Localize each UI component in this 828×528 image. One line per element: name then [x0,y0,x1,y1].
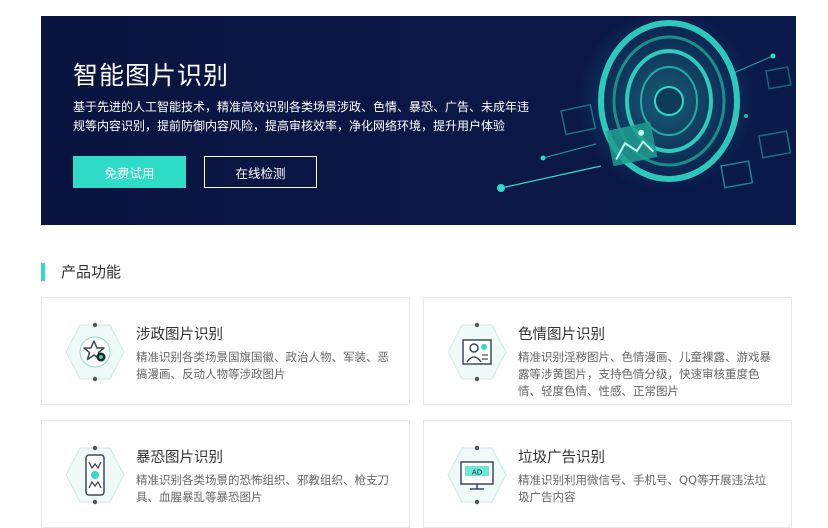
ad-label: AD [472,469,482,477]
free-trial-button[interactable]: 免费试用 [73,156,186,188]
card-description: 精准识别各类场景的恐怖组织、邪教组织、枪支刀具、血腥暴乱等暴恐图片 [136,473,389,504]
feature-card-spam-ad[interactable]: AD 垃圾广告识别 精准识别利用微信号、手机号、QQ等开展违法垃圾广告内容 [423,420,792,528]
feature-card-political[interactable]: 涉政图片识别 精准识别各类场景国旗国徽、政治人物、军装、恶搞漫画、反动人物等涉政… [41,297,410,405]
card-description: 精准识别淫秽图片、色情漫画、儿童裸露、游戏暴露等涉黄图片，支持色情分级，快速审核… [518,350,771,398]
card-title: 垃圾广告识别 [518,450,605,466]
hero-illustration [497,16,792,192]
hero-title: 智能图片识别 [73,61,230,90]
weapon-icon [65,445,125,505]
card-description: 精准识别利用微信号、手机号、QQ等开展违法垃圾广告内容 [518,473,767,504]
hero-banner: 智能图片识别 基于先进的人工智能技术，精准高效识别各类场景涉政、色情、暴恐、广告… [41,16,796,225]
feature-card-terror[interactable]: 暴恐图片识别 精准识别各类场景的恐怖组织、邪教组织、枪支刀具、血腥暴乱等暴恐图片 [41,420,410,528]
star-icon [65,322,125,382]
card-title: 涉政图片识别 [136,327,223,343]
card-description: 精准识别各类场景国旗国徽、政治人物、军装、恶搞漫画、反动人物等涉政图片 [136,350,389,381]
ad-monitor-icon: AD [447,445,507,505]
feature-card-porn[interactable]: 色情图片识别 精准识别淫秽图片、色情漫画、儿童裸露、游戏暴露等涉黄图片，支持色情… [423,297,792,405]
card-title: 色情图片识别 [518,327,605,343]
online-detect-button[interactable]: 在线检测 [204,156,317,188]
hero-description: 基于先进的人工智能技术，精准高效识别各类场景涉政、色情、暴恐、广告、未成年违规等… [73,100,530,133]
section-title: 产品功能 [41,263,121,281]
person-image-icon [447,322,507,382]
card-title: 暴恐图片识别 [136,450,223,466]
